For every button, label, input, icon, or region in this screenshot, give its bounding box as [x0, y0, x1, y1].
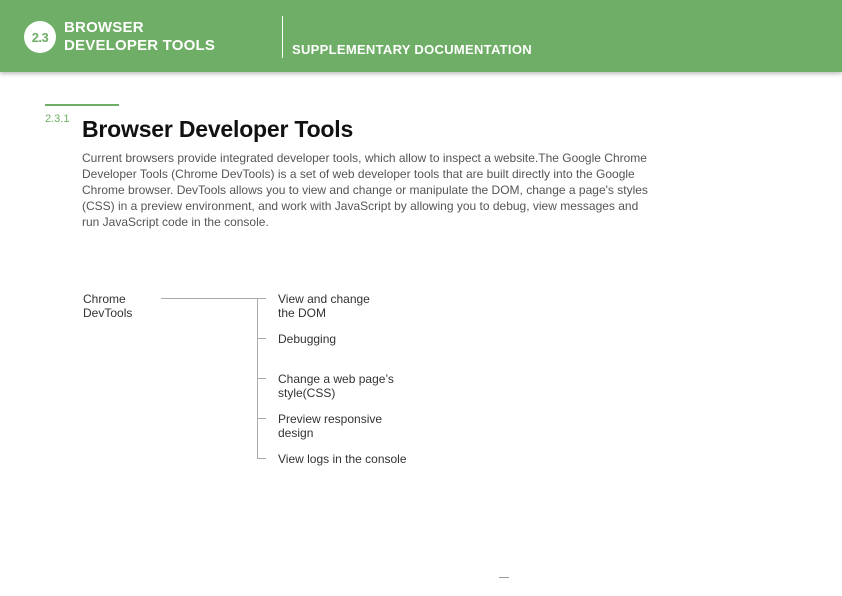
diagram-item: View logs in the console: [278, 452, 407, 466]
chapter-title: BROWSER DEVELOPER TOOLS: [64, 19, 215, 55]
chapter-title-line2: DEVELOPER TOOLS: [64, 37, 216, 54]
chapter-title-line1: BROWSER: [64, 19, 144, 36]
header-bar: 2.3 BROWSER DEVELOPER TOOLS SUPPLEMENTAR…: [0, 0, 842, 72]
diagram-root-label: Chrome DevTools: [83, 292, 133, 320]
section-title: Browser Developer Tools: [82, 116, 354, 142]
section-number: 2.3.1: [45, 113, 70, 125]
diagram-item: View and change the DOM: [278, 292, 370, 320]
diagram-item: Debugging: [278, 332, 337, 346]
diagram-branch: [257, 338, 266, 339]
header-subtitle: SUPPLEMENTARY DOCUMENTATION: [292, 42, 532, 57]
header-divider: [282, 16, 283, 58]
page-marker: [499, 577, 509, 578]
diagram-root-connector: [161, 298, 257, 299]
diagram-branch: [257, 378, 266, 379]
diagram-item: Preview responsive design: [278, 412, 383, 440]
diagram-branch: [257, 418, 266, 419]
section-body: Current browsers provide integrated deve…: [82, 151, 648, 229]
diagram-branch: [257, 298, 266, 299]
diagram-item: Change a web page’s style(CSS): [278, 372, 394, 400]
diagram-branch: [257, 458, 266, 459]
section-accent-line: [45, 104, 119, 106]
chapter-badge: 2.3: [24, 21, 56, 53]
